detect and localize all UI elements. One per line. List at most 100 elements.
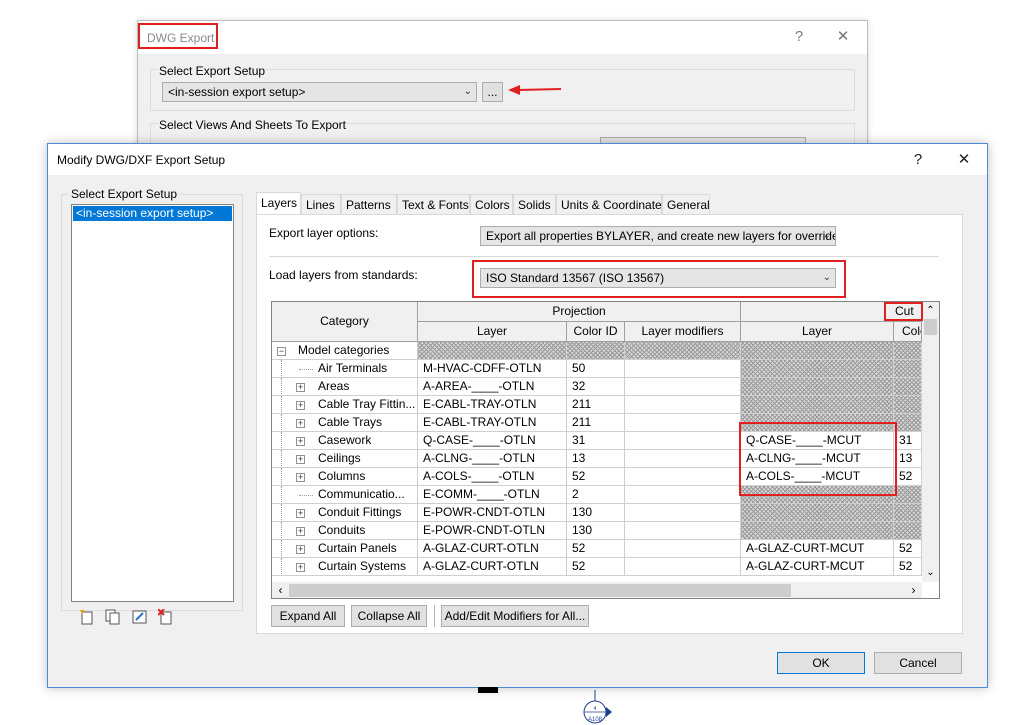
projection-layer-cell[interactable]: E-CABL-TRAY-OTLN: [418, 396, 567, 414]
export-layer-options-combo[interactable]: Export all properties BYLAYER, and creat…: [480, 226, 836, 246]
help-icon[interactable]: ?: [789, 27, 809, 47]
cut-layer-cell[interactable]: A-GLAZ-CURT-MCUT: [741, 558, 894, 576]
layer-modifiers-cell[interactable]: [625, 396, 741, 414]
scroll-right-icon[interactable]: ›: [905, 582, 922, 598]
projection-color-cell[interactable]: 50: [567, 360, 625, 378]
cancel-button[interactable]: Cancel: [874, 652, 962, 674]
scroll-up-icon[interactable]: ⌃: [922, 302, 939, 319]
cut-color-cell[interactable]: 52: [894, 540, 922, 558]
projection-layer-cell[interactable]: E-CABL-TRAY-OTLN: [418, 414, 567, 432]
expand-icon[interactable]: +: [296, 509, 305, 518]
table-row[interactable]: + Cable Tray Fittin... E-CABL-TRAY-OTLN 211: [272, 396, 922, 414]
model-categories-row[interactable]: − Model categories: [272, 342, 922, 360]
collapse-all-button[interactable]: Collapse All: [351, 605, 427, 627]
projection-color-cell[interactable]: 211: [567, 414, 625, 432]
table-row[interactable]: + Conduits E-POWR-CNDT-OTLN 130: [272, 522, 922, 540]
tab-text-fonts[interactable]: Text & Fonts: [397, 194, 470, 214]
table-row[interactable]: + Curtain Panels A-GLAZ-CURT-OTLN 52 A-GLAZ-…: [272, 540, 922, 558]
expand-icon[interactable]: +: [296, 419, 305, 428]
cut-color-cell[interactable]: [894, 360, 922, 378]
close-icon[interactable]: ✕: [954, 150, 974, 170]
expand-icon[interactable]: +: [296, 401, 305, 410]
color-id-column-header[interactable]: Color ID: [567, 322, 625, 342]
cut-color-cell[interactable]: 52: [894, 558, 922, 576]
projection-color-cell[interactable]: 2: [567, 486, 625, 504]
table-row[interactable]: + Areas A-AREA-____-OTLN 32: [272, 378, 922, 396]
projection-layer-cell[interactable]: M-HVAC-CDFF-OTLN: [418, 360, 567, 378]
projection-color-cell[interactable]: 52: [567, 468, 625, 486]
tab-solids[interactable]: Solids: [513, 194, 556, 214]
tab-general[interactable]: General: [662, 194, 710, 214]
projection-color-cell[interactable]: 52: [567, 540, 625, 558]
vertical-scroll-thumb[interactable]: [924, 319, 937, 335]
projection-color-cell[interactable]: 211: [567, 396, 625, 414]
table-row[interactable]: + Conduit Fittings E-POWR-CNDT-OTLN 130: [272, 504, 922, 522]
expand-icon[interactable]: +: [296, 383, 305, 392]
tab-lines[interactable]: Lines: [301, 194, 341, 214]
setup-list-item[interactable]: <in-session export setup>: [73, 206, 232, 221]
ok-button[interactable]: OK: [777, 652, 865, 674]
new-setup-icon[interactable]: [79, 609, 95, 625]
layer-modifiers-cell[interactable]: [625, 414, 741, 432]
expand-icon[interactable]: +: [296, 455, 305, 464]
tab-colors[interactable]: Colors: [470, 194, 513, 214]
setup-list[interactable]: <in-session export setup>: [71, 204, 234, 602]
cut-layer-cell[interactable]: A-GLAZ-CURT-MCUT: [741, 540, 894, 558]
projection-layer-cell[interactable]: E-POWR-CNDT-OTLN: [418, 522, 567, 540]
cut-color-cell[interactable]: [894, 378, 922, 396]
cut-color-cell[interactable]: [894, 522, 922, 540]
layer-column-header[interactable]: Layer: [418, 322, 567, 342]
layer-modifiers-cell[interactable]: [625, 450, 741, 468]
horizontal-scroll-thumb[interactable]: [289, 584, 791, 597]
expand-icon[interactable]: +: [296, 563, 305, 572]
layer-modifiers-cell[interactable]: [625, 468, 741, 486]
browse-setup-button[interactable]: ...: [482, 82, 503, 102]
collapse-icon[interactable]: −: [277, 347, 286, 356]
cut-color-column-header[interactable]: Colo: [894, 322, 922, 342]
layer-modifiers-cell[interactable]: [625, 504, 741, 522]
layer-modifiers-cell[interactable]: [625, 378, 741, 396]
tab-patterns[interactable]: Patterns: [341, 194, 397, 214]
cut-color-cell[interactable]: 13: [894, 450, 922, 468]
projection-layer-cell[interactable]: A-GLAZ-CURT-OTLN: [418, 558, 567, 576]
vertical-scrollbar[interactable]: ⌃ ⌄: [922, 302, 939, 582]
scroll-left-icon[interactable]: ‹: [272, 582, 289, 598]
layer-modifiers-cell[interactable]: [625, 360, 741, 378]
projection-color-cell[interactable]: 52: [567, 558, 625, 576]
tab-units-coordinates[interactable]: Units & Coordinates: [556, 194, 668, 214]
cut-layer-cell[interactable]: [741, 360, 894, 378]
cut-layer-cell[interactable]: [741, 522, 894, 540]
cut-color-cell[interactable]: [894, 396, 922, 414]
expand-icon[interactable]: +: [296, 527, 305, 536]
duplicate-setup-icon[interactable]: [105, 609, 121, 625]
help-icon[interactable]: ?: [908, 150, 928, 170]
horizontal-scrollbar[interactable]: ‹ ›: [272, 582, 922, 598]
expand-all-button[interactable]: Expand All: [271, 605, 345, 627]
layer-modifiers-cell[interactable]: [625, 522, 741, 540]
add-edit-modifiers-button[interactable]: Add/Edit Modifiers for All...: [441, 605, 589, 627]
projection-layer-cell[interactable]: A-CLNG-____-OTLN: [418, 450, 567, 468]
layer-modifiers-cell[interactable]: [625, 558, 741, 576]
close-icon[interactable]: ✕: [833, 27, 853, 47]
table-row[interactable]: Air Terminals M-HVAC-CDFF-OTLN 50: [272, 360, 922, 378]
delete-setup-icon[interactable]: [158, 609, 174, 625]
cut-color-cell[interactable]: 52: [894, 468, 922, 486]
projection-color-cell[interactable]: 32: [567, 378, 625, 396]
cut-color-cell[interactable]: 31: [894, 432, 922, 450]
cut-color-cell[interactable]: [894, 414, 922, 432]
tab-layers[interactable]: Layers: [256, 192, 301, 214]
layer-modifiers-cell[interactable]: [625, 486, 741, 504]
cut-color-cell[interactable]: [894, 486, 922, 504]
export-setup-combo[interactable]: <in-session export setup> ⌄: [162, 82, 477, 102]
category-header[interactable]: Category: [272, 302, 418, 342]
load-layers-combo[interactable]: ISO Standard 13567 (ISO 13567) ⌄: [480, 268, 836, 288]
expand-icon[interactable]: +: [296, 473, 305, 482]
projection-layer-cell[interactable]: E-POWR-CNDT-OTLN: [418, 504, 567, 522]
projection-layer-cell[interactable]: E-COMM-____-OTLN: [418, 486, 567, 504]
cut-layer-cell[interactable]: [741, 396, 894, 414]
cut-layer-column-header[interactable]: Layer: [741, 322, 894, 342]
projection-layer-cell[interactable]: A-AREA-____-OTLN: [418, 378, 567, 396]
projection-color-cell[interactable]: 13: [567, 450, 625, 468]
projection-layer-cell[interactable]: Q-CASE-____-OTLN: [418, 432, 567, 450]
rename-setup-icon[interactable]: [132, 609, 148, 625]
